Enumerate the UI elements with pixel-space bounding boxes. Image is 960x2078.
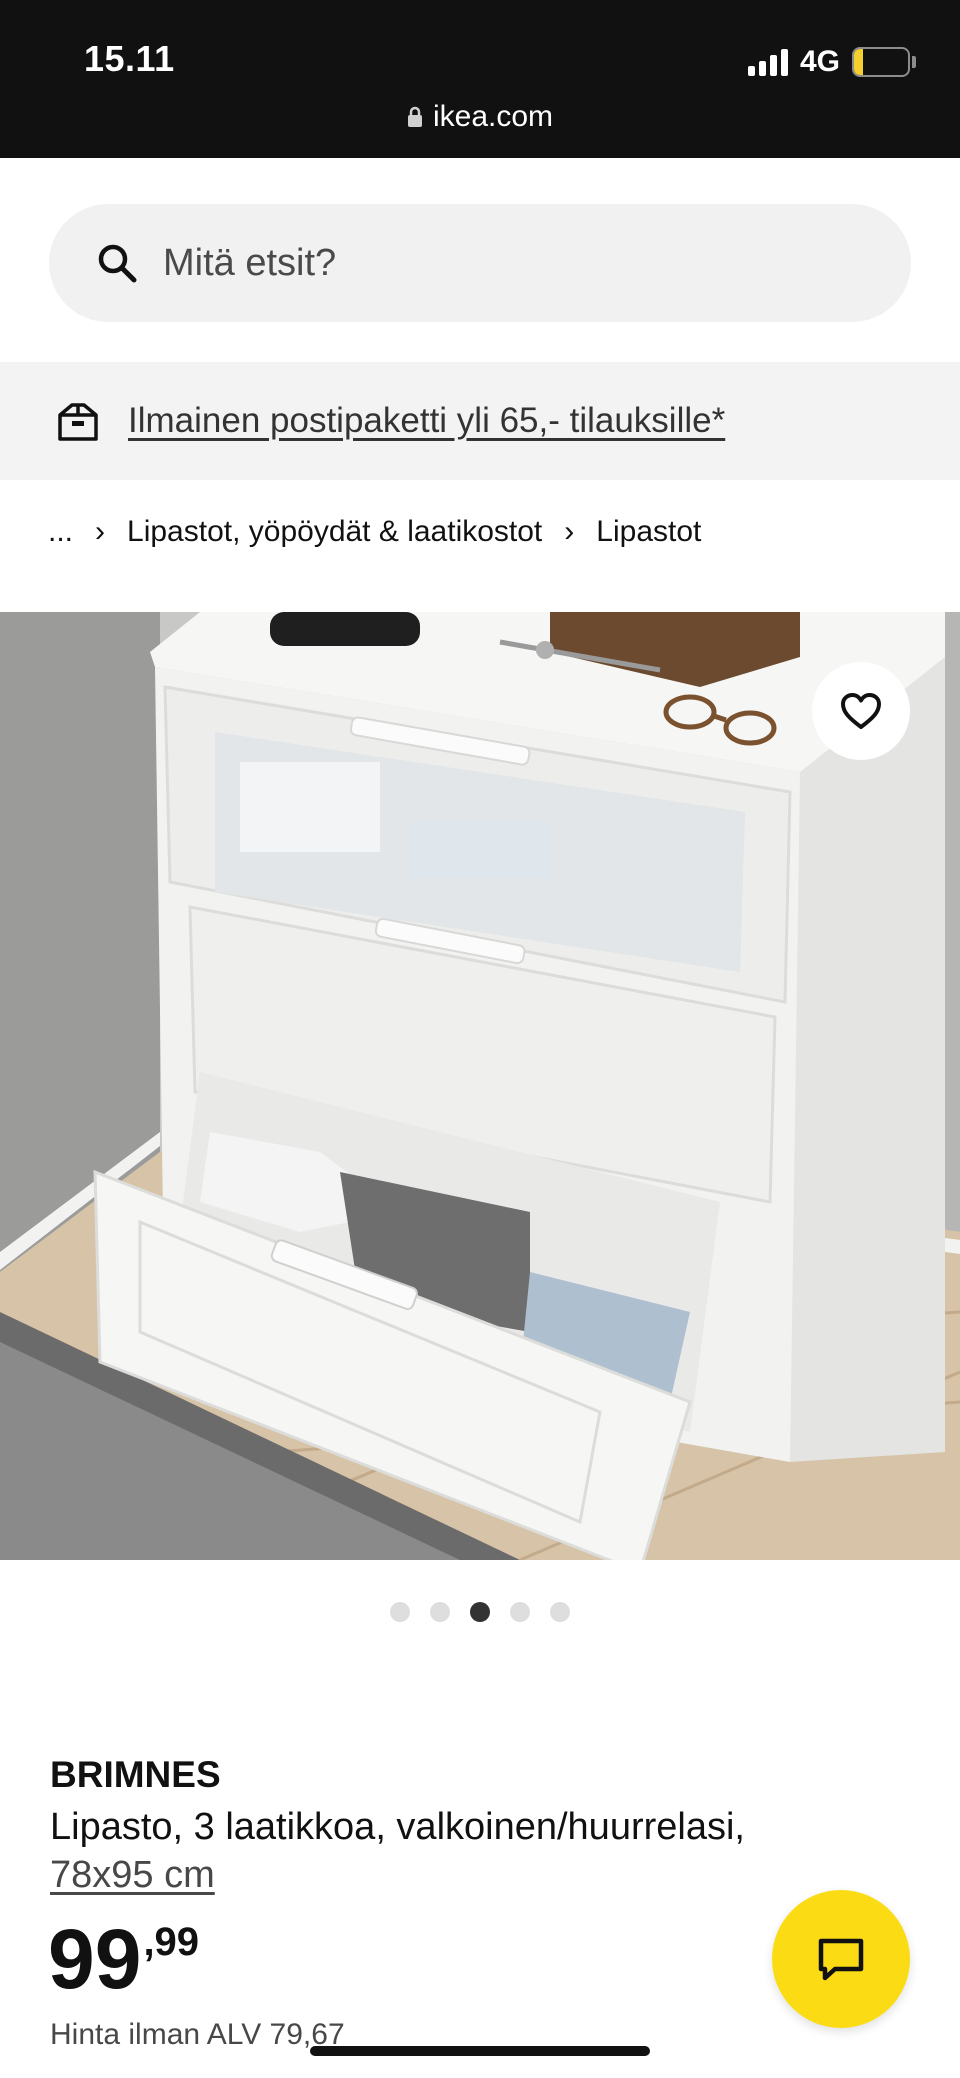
pagination-dot[interactable] (430, 1602, 450, 1622)
pagination-dot[interactable] (510, 1602, 530, 1622)
product-image[interactable] (0, 612, 960, 1560)
favourite-button[interactable] (812, 662, 910, 760)
signal-icon (747, 48, 788, 76)
pagination-dot[interactable] (390, 1602, 410, 1622)
parcel-icon (58, 403, 98, 441)
pagination-dot[interactable] (470, 1602, 490, 1622)
url-bar[interactable]: ikea.com (0, 100, 960, 134)
heart-icon (841, 693, 881, 729)
home-indicator (310, 2046, 650, 2056)
promo-banner[interactable]: Ilmainen postipaketti yli 65,- tilauksil… (0, 362, 960, 480)
breadcrumb-item-category[interactable]: Lipastot, yöpöydät & laatikostot (127, 515, 542, 549)
product-price: 99 ,99 (48, 1914, 199, 2004)
network-label: 4G (799, 45, 840, 78)
free-shipping-link[interactable]: Ilmainen postipaketti yli 65,- tilauksil… (128, 401, 725, 441)
chat-icon (818, 1938, 864, 1981)
product-name: BRIMNES (50, 1754, 221, 1795)
search-bar[interactable] (49, 204, 911, 322)
search-input[interactable] (163, 241, 803, 285)
battery-cap (912, 56, 916, 68)
chevron-right-icon: › (95, 515, 106, 548)
breadcrumb-ellipsis[interactable]: ... (48, 515, 73, 549)
product-description: Lipasto, 3 laatikkoa, valkoinen/huurrela… (50, 1806, 745, 1848)
price-decimal: ,99 (143, 1920, 200, 1964)
search-icon (98, 244, 137, 283)
battery-level (854, 49, 864, 75)
price-integer: 99 (48, 1912, 142, 2006)
image-pagination (0, 1602, 960, 1622)
breadcrumb-item-subcategory[interactable]: Lipastot (596, 515, 701, 549)
lock-icon (407, 106, 422, 127)
product-size-link[interactable]: 78x95 cm (50, 1854, 215, 1897)
chat-button[interactable] (772, 1890, 910, 2028)
battery-icon: 17 (852, 47, 910, 77)
url-text: ikea.com (432, 100, 554, 133)
battery-percent: 17 (868, 49, 894, 74)
price-excl-vat: Hinta ilman ALV 79,67 (50, 2018, 345, 2051)
pagination-dot[interactable] (550, 1602, 570, 1622)
chevron-right-icon: › (564, 515, 575, 548)
status-bar: 15.11 4G 17 ikea.com (0, 0, 960, 158)
status-indicators: 4G 17 (747, 42, 916, 82)
status-time: 15.11 (84, 38, 175, 79)
breadcrumb: ... › Lipastot, yöpöydät & laatikostot ›… (48, 508, 701, 556)
